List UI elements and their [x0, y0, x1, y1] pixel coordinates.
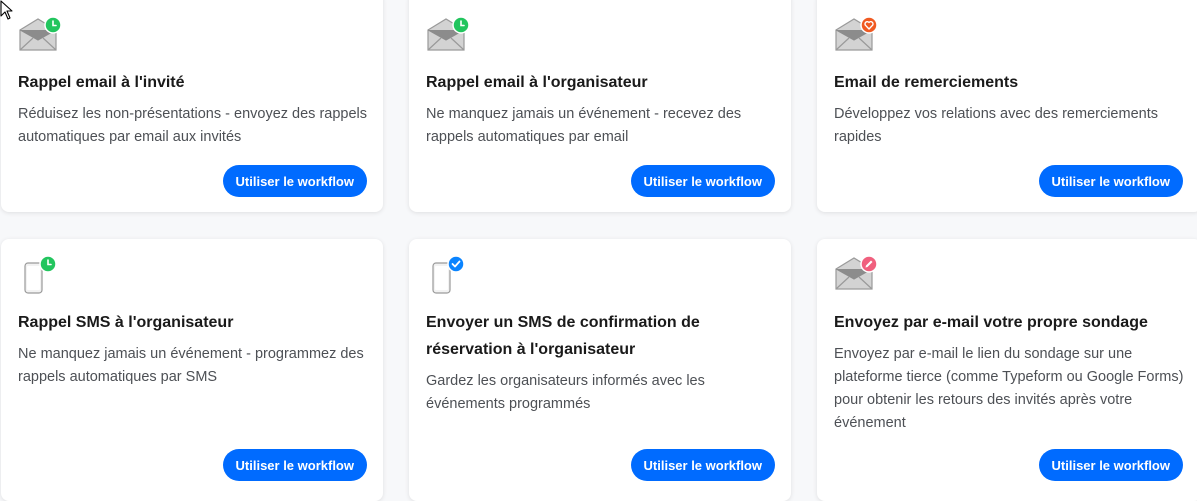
use-workflow-button[interactable]: Utiliser le workflow: [222, 165, 367, 197]
use-workflow-button[interactable]: Utiliser le workflow: [630, 165, 775, 197]
card-description: Gardez les organisateurs informés avec l…: [426, 373, 705, 412]
card-title: Envoyer un SMS de confirmation de réserv…: [426, 314, 700, 358]
card-title: Rappel SMS à l'organisateur: [18, 314, 234, 331]
card-description: Développez vos relations avec des remerc…: [834, 106, 1158, 145]
use-workflow-button[interactable]: Utiliser le workflow: [630, 449, 775, 481]
workflow-card-guest-email-reminder: Rappel email à l'invité Réduisez les non…: [1, 0, 383, 212]
workflow-card-sms-booking-confirmation: Envoyer un SMS de confirmation de réserv…: [409, 239, 791, 501]
card-title: Email de remerciements: [834, 74, 1019, 91]
card-description: Ne manquez jamais un événement - program…: [18, 346, 364, 385]
card-description: Envoyez par e-mail le lien du sondage su…: [834, 346, 1184, 431]
envelope-heart-icon: [834, 16, 878, 56]
card-title: Rappel email à l'organisateur: [426, 74, 648, 91]
card-description: Réduisez les non-présentations - envoyez…: [18, 106, 368, 145]
phone-check-icon: [426, 255, 470, 295]
envelope-clock-icon: [426, 16, 470, 56]
card-title: Envoyez par e-mail votre propre sondage: [834, 314, 1148, 331]
workflow-card-thank-you-email: Email de remerciements Développez vos re…: [817, 0, 1197, 212]
workflow-card-host-sms-reminder: Rappel SMS à l'organisateur Ne manquez j…: [1, 239, 383, 501]
use-workflow-button[interactable]: Utiliser le workflow: [1038, 165, 1183, 197]
use-workflow-button[interactable]: Utiliser le workflow: [1038, 449, 1183, 481]
workflow-card-survey-email: Envoyez par e-mail votre propre sondage …: [817, 239, 1197, 501]
workflow-card-host-email-reminder: Rappel email à l'organisateur Ne manquez…: [409, 0, 791, 212]
use-workflow-button[interactable]: Utiliser le workflow: [222, 449, 367, 481]
card-title: Rappel email à l'invité: [18, 74, 185, 91]
envelope-clock-icon: [18, 16, 62, 56]
mouse-cursor-icon: [0, 0, 13, 20]
card-description: Ne manquez jamais un événement - recevez…: [426, 106, 742, 145]
phone-clock-icon: [18, 255, 62, 295]
envelope-pencil-icon: [834, 255, 878, 295]
